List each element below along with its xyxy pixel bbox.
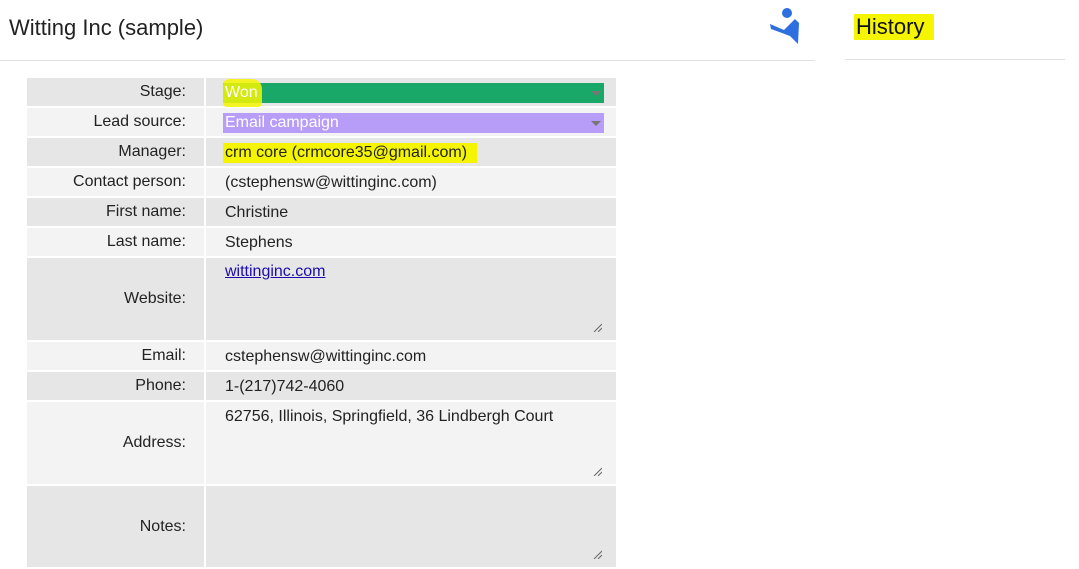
contact-person-row: Contact person: (cstephensw@wittinginc.c… <box>27 168 616 196</box>
website-row: Website: wittinginc.com <box>27 258 616 340</box>
first-name-row: First name: Christine <box>27 198 616 226</box>
lead-source-select[interactable]: Email campaign <box>223 113 604 133</box>
resize-handle-icon[interactable] <box>593 323 602 332</box>
website-label: Website: <box>27 258 204 340</box>
first-name-field[interactable]: Christine <box>225 204 288 222</box>
manager-value[interactable]: crm core (crmcore35@gmail.com) <box>223 143 478 163</box>
address-textarea[interactable]: 62756, Illinois, Springfield, 36 Lindber… <box>206 402 616 484</box>
history-title: History <box>854 14 935 40</box>
stage-select[interactable]: Won <box>223 79 604 107</box>
notes-label: Notes: <box>27 486 204 567</box>
website-link[interactable]: wittinginc.com <box>225 263 325 281</box>
address-label: Address: <box>27 402 204 484</box>
phone-field[interactable]: 1-(217)742-4060 <box>225 378 344 396</box>
website-textarea[interactable]: wittinginc.com <box>206 258 616 340</box>
stage-row: Stage: Won <box>27 78 616 107</box>
last-name-label: Last name: <box>27 228 204 256</box>
lead-source-value: Email campaign <box>225 114 339 131</box>
phone-row: Phone: 1-(217)742-4060 <box>27 372 616 400</box>
email-label: Email: <box>27 342 204 370</box>
contact-person-label: Contact person: <box>27 168 204 196</box>
lead-source-label: Lead source: <box>27 108 204 136</box>
header-divider <box>0 60 815 61</box>
record-form: Stage: Won Lead source: Email campaign M… <box>27 78 616 569</box>
contact-person-value[interactable]: (cstephensw@wittinginc.com) <box>225 174 437 192</box>
chevron-down-icon <box>591 121 601 126</box>
stage-value: Won <box>225 84 258 101</box>
address-row: Address: 62756, Illinois, Springfield, 3… <box>27 402 616 484</box>
first-name-label: First name: <box>27 198 204 226</box>
address-value: 62756, Illinois, Springfield, 36 Lindber… <box>225 408 554 425</box>
email-field[interactable]: cstephensw@wittinginc.com <box>225 348 426 366</box>
last-name-field[interactable]: Stephens <box>225 234 293 252</box>
chevron-down-icon <box>591 91 601 96</box>
stage-label: Stage: <box>27 78 204 106</box>
phone-label: Phone: <box>27 372 204 400</box>
last-name-row: Last name: Stephens <box>27 228 616 256</box>
history-panel: History <box>845 0 1065 60</box>
resize-handle-icon[interactable] <box>593 467 602 476</box>
record-title: Witting Inc (sample) <box>9 15 204 40</box>
lead-source-row: Lead source: Email campaign <box>27 108 616 136</box>
email-row: Email: cstephensw@wittinginc.com <box>27 342 616 370</box>
resize-handle-icon[interactable] <box>593 550 602 559</box>
manager-label: Manager: <box>27 138 204 166</box>
manager-row: Manager: crm core (crmcore35@gmail.com) <box>27 138 616 166</box>
notes-textarea[interactable] <box>206 486 616 567</box>
notes-row: Notes: <box>27 486 616 567</box>
crm-logo-icon <box>770 8 799 44</box>
